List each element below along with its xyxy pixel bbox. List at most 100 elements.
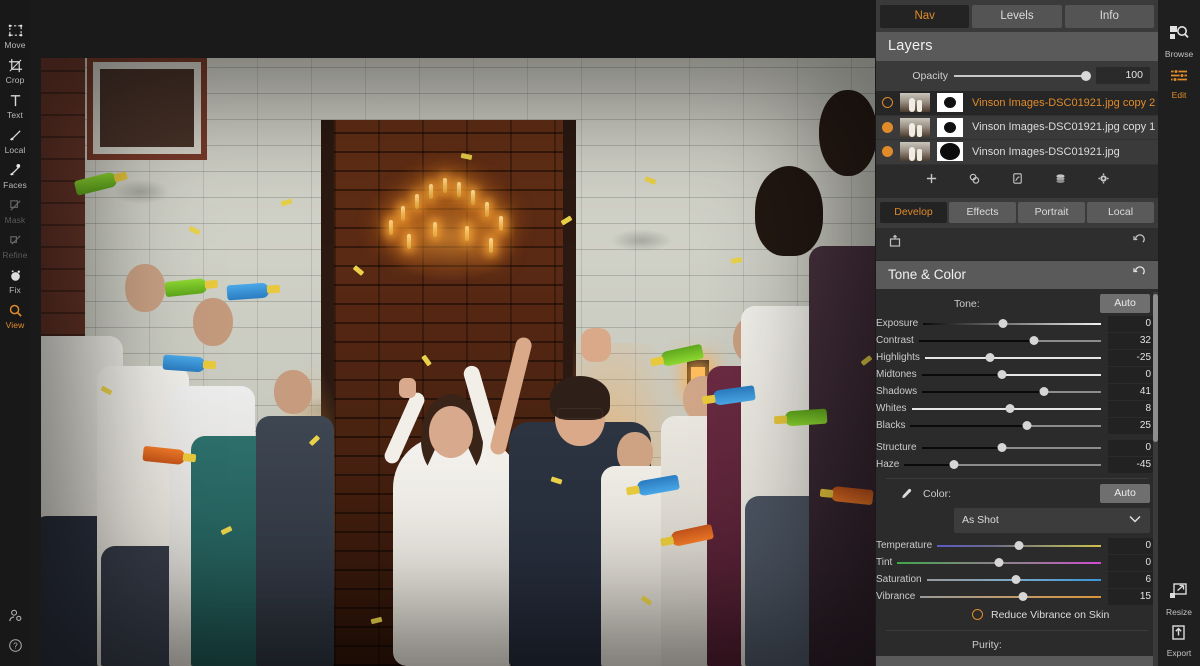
slider-value[interactable]: -45	[1108, 457, 1158, 473]
slider-track[interactable]	[922, 391, 1101, 393]
slider-track[interactable]	[910, 425, 1101, 427]
rail-export-label: Export	[1167, 648, 1192, 658]
slider-value[interactable]: 6	[1108, 572, 1158, 588]
opacity-value[interactable]: 100	[1096, 67, 1150, 84]
slider-value[interactable]: -25	[1108, 350, 1158, 366]
slider-contrast[interactable]: Contrast 32	[876, 333, 1158, 349]
tab-nav[interactable]: Nav	[880, 5, 969, 28]
layer-mask-thumbnail[interactable]	[937, 118, 963, 137]
tool-refine[interactable]: Refine	[0, 232, 30, 260]
slider-track[interactable]	[925, 357, 1101, 359]
slider-track[interactable]	[922, 447, 1101, 449]
slider-track[interactable]	[927, 579, 1101, 581]
slider-track[interactable]	[920, 596, 1101, 598]
slider-structure[interactable]: Structure 0	[876, 440, 1158, 456]
slider-exposure[interactable]: Exposure 0	[876, 316, 1158, 332]
tab-portrait[interactable]: Portrait	[1018, 202, 1085, 223]
layer-row[interactable]: Vinson Images-DSC01921.jpg copy 2	[876, 91, 1158, 116]
tool-local[interactable]: Local	[0, 127, 30, 155]
layer-mask-thumbnail[interactable]	[937, 142, 963, 161]
layer-mask-thumbnail[interactable]	[937, 93, 963, 112]
layer-visibility-icon[interactable]	[882, 97, 893, 108]
slider-value[interactable]: 25	[1108, 418, 1158, 434]
slider-haze[interactable]: Haze -45	[876, 457, 1158, 473]
tone-color-section-header[interactable]: Tone & Color	[876, 261, 1158, 289]
image-canvas[interactable]	[30, 0, 876, 666]
slider-track[interactable]	[923, 323, 1101, 325]
account-icon[interactable]	[8, 608, 23, 628]
reset-arrow-icon[interactable]	[1132, 266, 1146, 283]
layer-row[interactable]: Vinson Images-DSC01921.jpg	[876, 140, 1158, 165]
rail-export[interactable]: Export	[1167, 624, 1192, 658]
slider-shadows[interactable]: Shadows 41	[876, 384, 1158, 400]
slider-track[interactable]	[912, 408, 1101, 410]
tab-develop[interactable]: Develop	[880, 202, 947, 223]
layer-row[interactable]: Vinson Images-DSC01921.jpg copy 1	[876, 116, 1158, 141]
tool-faces[interactable]: Faces	[0, 162, 30, 190]
layer-visibility-icon[interactable]	[882, 122, 893, 133]
slider-label: Blacks	[876, 420, 910, 431]
slider-highlights[interactable]: Highlights -25	[876, 350, 1158, 366]
slider-track[interactable]	[904, 464, 1101, 466]
duplicate-layer-icon[interactable]	[968, 172, 981, 190]
reset-arrow-icon[interactable]	[1132, 234, 1146, 253]
opacity-control[interactable]: Opacity 100	[876, 61, 1158, 91]
reduce-vibrance-on-skin-checkbox[interactable]: Reduce Vibrance on Skin	[876, 606, 1158, 625]
module-tabs: Develop Effects Portrait Local	[876, 198, 1158, 228]
tab-effects[interactable]: Effects	[949, 202, 1016, 223]
tool-local-label: Local	[5, 145, 26, 155]
tone-auto-button[interactable]: Auto	[1100, 294, 1150, 313]
tool-view[interactable]: View	[0, 302, 30, 330]
add-mask-icon[interactable]	[1011, 172, 1024, 190]
slider-value[interactable]: 0	[1108, 538, 1158, 554]
slider-track[interactable]	[919, 340, 1101, 342]
slider-value[interactable]: 0	[1108, 316, 1158, 332]
preset-stamp-icon[interactable]	[888, 234, 902, 253]
opacity-slider-track[interactable]	[954, 75, 1090, 77]
layer-settings-gear-icon[interactable]	[1097, 172, 1110, 190]
tab-local[interactable]: Local	[1087, 202, 1154, 223]
slider-track[interactable]	[937, 545, 1101, 547]
checkbox-circle-icon[interactable]	[972, 609, 983, 620]
tool-mask[interactable]: Mask	[0, 197, 30, 225]
slider-value[interactable]: 15	[1108, 589, 1158, 605]
tool-fix[interactable]: Fix	[0, 267, 30, 295]
slider-blacks[interactable]: Blacks 25	[876, 418, 1158, 434]
tool-text[interactable]: Text	[0, 92, 30, 120]
slider-value[interactable]: 32	[1108, 333, 1158, 349]
tool-move[interactable]: Move	[0, 22, 30, 50]
slider-saturation[interactable]: Saturation 6	[876, 572, 1158, 588]
slider-tint[interactable]: Tint 0	[876, 555, 1158, 571]
slider-track[interactable]	[922, 374, 1101, 376]
slider-track[interactable]	[897, 562, 1101, 564]
rail-edit[interactable]: Edit	[1169, 68, 1189, 100]
slider-value[interactable]: 41	[1108, 384, 1158, 400]
layer-visibility-icon[interactable]	[882, 146, 893, 157]
checkbox-label: Reduce Vibrance on Skin	[991, 609, 1109, 621]
next-section-header-partial[interactable]	[876, 656, 1158, 666]
slider-value[interactable]: 0	[1108, 440, 1158, 456]
rail-resize[interactable]: Resize	[1166, 583, 1192, 617]
slider-temperature[interactable]: Temperature 0	[876, 538, 1158, 554]
help-icon[interactable]: ?	[8, 638, 23, 658]
slider-whites[interactable]: Whites 8	[876, 401, 1158, 417]
tab-levels[interactable]: Levels	[972, 5, 1061, 28]
merge-layers-icon[interactable]	[1054, 172, 1067, 190]
eyedropper-icon[interactable]	[900, 487, 913, 500]
rail-browse[interactable]: Browse	[1165, 24, 1193, 59]
add-layer-icon[interactable]	[925, 172, 938, 190]
white-balance-dropdown[interactable]: As Shot	[954, 508, 1150, 533]
slider-vibrance[interactable]: Vibrance 15	[876, 589, 1158, 605]
slider-midtones[interactable]: Midtones 0	[876, 367, 1158, 383]
slider-value[interactable]: 0	[1108, 367, 1158, 383]
chevron-down-icon[interactable]	[1128, 511, 1142, 529]
rail-edit-label: Edit	[1172, 90, 1187, 100]
slider-value[interactable]: 8	[1108, 401, 1158, 417]
tool-faces-label: Faces	[3, 180, 27, 190]
opacity-slider-knob[interactable]	[1081, 71, 1091, 81]
tool-crop[interactable]: Crop	[0, 57, 30, 85]
slider-value[interactable]: 0	[1108, 555, 1158, 571]
color-auto-button[interactable]: Auto	[1100, 484, 1150, 503]
tab-info[interactable]: Info	[1065, 5, 1154, 28]
edited-photo[interactable]	[41, 58, 875, 666]
